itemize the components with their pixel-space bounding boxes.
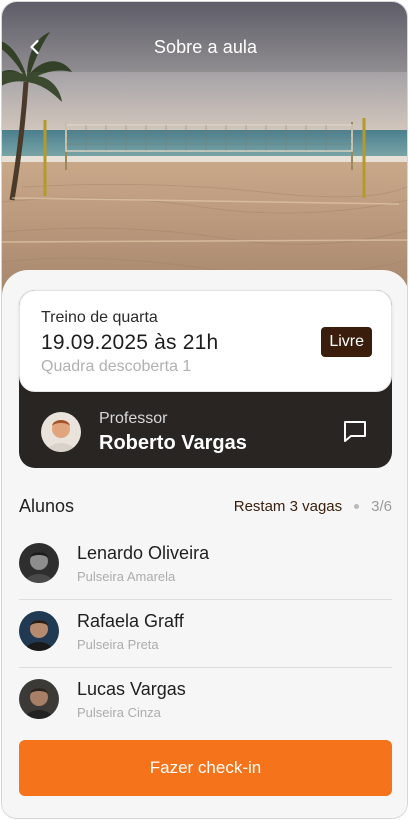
chat-icon: [344, 421, 366, 442]
class-name: Treino de quarta: [41, 309, 158, 326]
checkin-button[interactable]: Fazer check-in: [19, 740, 392, 796]
professor-avatar-photo: [41, 412, 81, 452]
phone-frame: Sobre a aula Treino de quarta 19.09.2025…: [1, 1, 408, 819]
back-button[interactable]: [20, 32, 50, 62]
professor-label: Professor: [99, 410, 168, 427]
student-list: Lenardo Oliveira Pulseira Amarela Rafael…: [19, 532, 392, 736]
list-item[interactable]: Lenardo Oliveira Pulseira Amarela: [19, 532, 392, 600]
top-bar: Sobre a aula: [2, 30, 407, 64]
student-belt: Pulseira Preta: [77, 637, 159, 652]
status-badge: Livre: [321, 327, 372, 357]
student-avatar: [19, 611, 59, 651]
student-name: Lenardo Oliveira: [77, 543, 210, 563]
list-item[interactable]: Lucas Vargas Pulseira Cinza: [19, 668, 392, 736]
hero-image: Sobre a aula: [2, 2, 407, 302]
class-datetime: 19.09.2025 às 21h: [41, 331, 219, 354]
students-title: Alunos: [19, 496, 75, 516]
student-name: Lucas Vargas: [77, 679, 186, 699]
page-title: Sobre a aula: [153, 36, 258, 57]
chat-button[interactable]: [340, 416, 370, 446]
professor-name: Roberto Vargas: [99, 432, 247, 454]
student-avatar-photo: [19, 679, 59, 719]
student-belt: Pulseira Cinza: [77, 705, 161, 720]
chevron-left-icon: [30, 39, 39, 55]
student-avatar: [19, 679, 59, 719]
students-header: Alunos Restam 3 vagas 3/6: [19, 496, 392, 520]
class-info-panel: Treino de quarta 19.09.2025 às 21h Quadr…: [19, 290, 392, 392]
student-name: Rafaela Graff: [77, 611, 184, 631]
class-location: Quadra descoberta 1: [41, 358, 192, 375]
student-avatar-photo: [19, 543, 59, 583]
professor-row: Professor Roberto Vargas: [19, 392, 392, 468]
student-avatar-photo: [19, 611, 59, 651]
class-card: Treino de quarta 19.09.2025 às 21h Quadr…: [19, 290, 392, 468]
vacancies-remaining: Restam 3 vagas: [233, 498, 343, 515]
vacancies-count: 3/6: [371, 498, 392, 515]
list-item[interactable]: Rafaela Graff Pulseira Preta: [19, 600, 392, 668]
vacancies-info: Restam 3 vagas 3/6: [234, 498, 392, 515]
separator-dot: [354, 504, 360, 509]
student-avatar: [19, 543, 59, 583]
class-details-sheet: Treino de quarta 19.09.2025 às 21h Quadr…: [2, 270, 407, 818]
professor-avatar: [41, 412, 81, 452]
student-belt: Pulseira Amarela: [77, 569, 176, 584]
